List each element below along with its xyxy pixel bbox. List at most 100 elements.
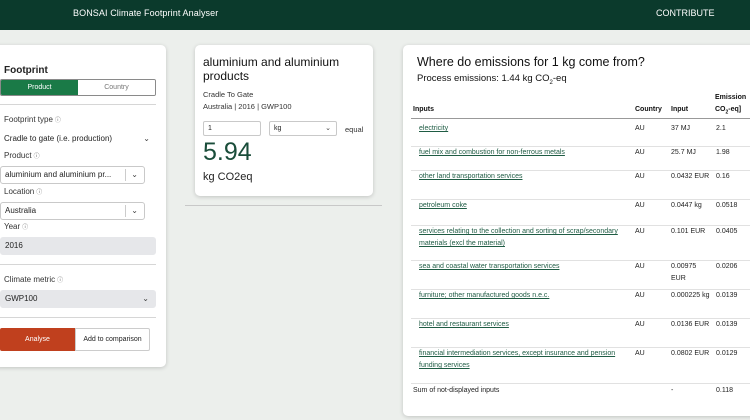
divider [185, 205, 382, 206]
footprint-type-select[interactable]: Cradle to gate (i.e. production) ⌄ [0, 131, 156, 149]
emissions-cell: 2.1 [716, 125, 726, 132]
input-amount-cell: 25.7 MJ [671, 149, 696, 156]
footprint-value: 5.94 [203, 138, 252, 166]
process-emissions: Process emissions: 1.44 kg CO2-eq [417, 73, 567, 86]
input-amount-cell: 0.101 EUR [671, 228, 706, 235]
select-separator [125, 169, 126, 181]
climate-metric-value: GWP100 [5, 294, 38, 303]
info-icon[interactable]: ⓘ [57, 278, 63, 284]
unit-value: kg [274, 125, 282, 132]
input-name-link[interactable]: fuel mix and combustion for non-ferrous … [419, 147, 624, 159]
country-cell: AU [635, 321, 645, 328]
info-icon[interactable]: ⓘ [34, 154, 40, 160]
unit-select[interactable]: kg ⌄ [269, 121, 337, 136]
country-cell: AU [635, 228, 645, 235]
row-divider [411, 383, 750, 384]
product-label: Product ⓘ [4, 151, 40, 160]
year-field[interactable]: 2016 [0, 237, 156, 255]
emissions-cell: 0.0518 [716, 202, 738, 209]
chevron-down-icon: ⌄ [131, 170, 138, 179]
info-icon[interactable]: ⓘ [36, 190, 42, 196]
sum-row-emissions: 0.118 [716, 387, 733, 394]
input-name-text[interactable]: other land transportation services [419, 173, 523, 180]
col-emissions: Emission [715, 94, 747, 101]
analyse-button[interactable]: Analyse [0, 328, 75, 351]
input-amount-cell: 0.0136 EUR [671, 321, 710, 328]
country-cell: AU [635, 350, 645, 357]
emissions-cell: 0.0139 [716, 321, 738, 328]
product-select[interactable]: aluminium and aluminium pr... ⌄ [0, 166, 145, 184]
quantity-input[interactable]: 1 [203, 121, 261, 136]
input-amount-cell: 37 MJ [671, 125, 691, 132]
input-name-link[interactable]: services relating to the collection and … [419, 226, 624, 250]
app-title[interactable]: BONSAI Climate Footprint Analyser [73, 8, 218, 18]
chevron-down-icon: ⌄ [325, 125, 331, 132]
input-amount-cell: 0.000225 kg [671, 292, 710, 299]
input-name-link[interactable]: other land transportation services [419, 171, 624, 183]
input-name-text[interactable]: financial intermediation services, excep… [419, 350, 615, 369]
input-name-link[interactable]: petroleum coke [419, 200, 624, 212]
toggle-product[interactable]: Product [1, 80, 78, 95]
emissions-cell: 0.0139 [716, 292, 738, 299]
location-select[interactable]: Australia ⌄ [0, 202, 145, 220]
col-inputs: Inputs [413, 106, 434, 113]
input-name-text[interactable]: petroleum coke [419, 202, 467, 209]
footprint-mode-toggle: Product Country [0, 79, 156, 96]
input-name-link[interactable]: furniture; other manufactured goods n.e.… [419, 290, 624, 302]
input-name-text[interactable]: electricity [419, 125, 448, 132]
col-country: Country [635, 106, 662, 113]
input-name-text[interactable]: sea and coastal water transportation ser… [419, 263, 559, 270]
product-title: aluminium and aluminium products [203, 55, 340, 83]
equal-label: equal [345, 125, 364, 134]
header-divider [411, 118, 750, 119]
chevron-down-icon: ⌄ [131, 206, 138, 215]
climate-metric-label: Climate metric ⓘ [4, 275, 64, 284]
country-cell: AU [635, 263, 645, 270]
location-label: Location ⓘ [4, 187, 43, 196]
input-amount-cell: 0.0432 EUR [671, 173, 710, 180]
emissions-cell: 0.0405 [716, 228, 738, 235]
climate-metric-select[interactable]: GWP100 ⌄ [0, 290, 156, 308]
country-cell: AU [635, 292, 645, 299]
emissions-cell: 1.98 [716, 149, 730, 156]
input-name-link[interactable]: financial intermediation services, excep… [419, 348, 624, 372]
country-cell: AU [635, 125, 645, 132]
product-value: aluminium and aluminium pr... [5, 170, 112, 179]
col-input: Input [671, 106, 689, 113]
add-to-comparison-button[interactable]: Add to comparison [75, 328, 150, 351]
contribute-link[interactable]: CONTRIBUTE [656, 8, 715, 18]
info-icon[interactable]: ⓘ [22, 225, 28, 231]
chevron-down-icon: ⌄ [142, 294, 149, 303]
info-icon[interactable]: ⓘ [55, 118, 61, 124]
select-separator [125, 205, 126, 217]
emissions-cell: 0.16 [716, 173, 730, 180]
input-name-text[interactable]: hotel and restaurant services [419, 321, 509, 328]
top-navigation-bar: BONSAI Climate Footprint Analyser CONTRI… [0, 0, 750, 30]
year-label: Year ⓘ [4, 222, 29, 231]
footprint-type-value: Cradle to gate (i.e. production) [4, 134, 113, 143]
input-amount-cell: 0.00975 EUR [671, 263, 697, 282]
input-name-link[interactable]: sea and coastal water transportation ser… [419, 261, 624, 273]
location-value: Australia [5, 206, 37, 215]
breakdown-heading: Where do emissions for 1 kg come from? [417, 55, 645, 69]
country-cell: AU [635, 173, 645, 180]
footprint-form-panel: Footprint Product Country Footprint type… [0, 45, 166, 367]
emissions-cell: 0.0129 [716, 350, 738, 357]
col-emissions-unit: CO2-eq] [715, 106, 742, 116]
footprint-scope: Cradle To Gate [203, 90, 254, 99]
input-amount-cell: 0.0802 EUR [671, 350, 710, 357]
toggle-country[interactable]: Country [78, 80, 155, 95]
input-name-link[interactable]: electricity [419, 123, 624, 135]
input-name-text[interactable]: services relating to the collection and … [419, 228, 618, 247]
input-name-text[interactable]: fuel mix and combustion for non-ferrous … [419, 149, 565, 156]
sum-row-label: Sum of not-displayed inputs [413, 387, 500, 394]
country-cell: AU [635, 202, 645, 209]
emissions-breakdown-card: Where do emissions for 1 kg come from? P… [403, 45, 750, 416]
result-meta: Australia | 2016 | GWP100 [203, 102, 292, 111]
divider [0, 317, 156, 318]
footprint-type-label: Footprint type ⓘ [4, 115, 61, 124]
input-name-text[interactable]: furniture; other manufactured goods n.e.… [419, 292, 549, 299]
footprint-unit: kg CO2eq [203, 171, 253, 183]
input-name-link[interactable]: hotel and restaurant services [419, 319, 624, 331]
input-amount-cell: 0.0447 kg [671, 202, 702, 209]
